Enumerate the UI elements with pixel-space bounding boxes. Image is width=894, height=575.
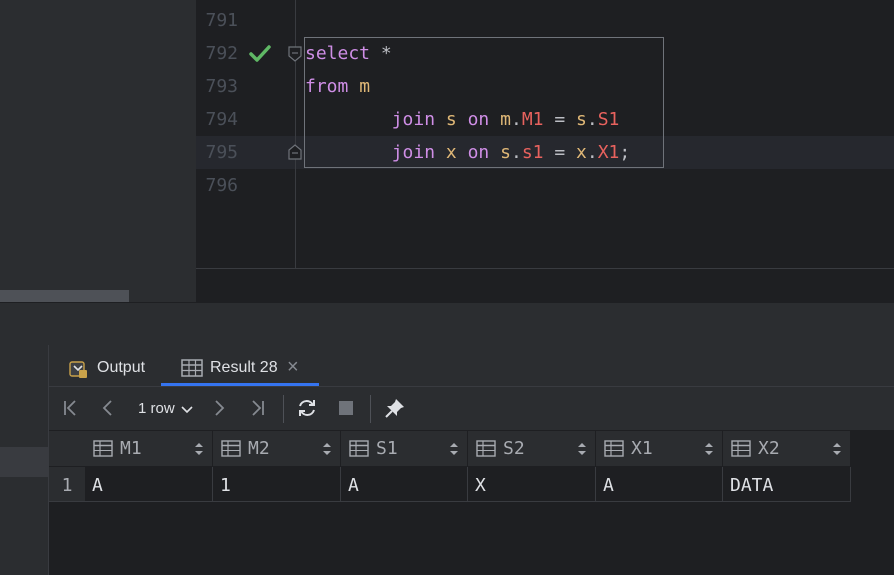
tab-output-label: Output bbox=[97, 359, 146, 376]
table-cell[interactable]: X bbox=[468, 467, 596, 502]
sort-icon[interactable] bbox=[449, 442, 459, 456]
table-cell[interactable]: A bbox=[85, 467, 213, 502]
pin-icon[interactable] bbox=[384, 397, 406, 419]
table-cell[interactable]: A bbox=[341, 467, 468, 502]
column-header-x2[interactable]: X2 bbox=[723, 431, 851, 466]
output-icon bbox=[69, 361, 87, 378]
table-icon bbox=[604, 440, 624, 457]
sort-icon[interactable] bbox=[577, 442, 587, 456]
active-tab-indicator bbox=[161, 383, 319, 386]
keyword: join bbox=[391, 142, 436, 163]
tab-result-28[interactable]: Result 28 × bbox=[181, 345, 311, 386]
column-header-s1[interactable]: S1 bbox=[341, 431, 468, 466]
table-ref: m bbox=[500, 109, 511, 130]
table-icon bbox=[349, 440, 369, 457]
results-tabbar bbox=[49, 345, 894, 387]
tab-output[interactable]: Output bbox=[68, 345, 158, 386]
column-header-x1[interactable]: X1 bbox=[596, 431, 723, 466]
column-name: X2 bbox=[758, 438, 780, 459]
selected-service-row[interactable] bbox=[0, 447, 48, 477]
operator: = bbox=[554, 142, 566, 163]
results-toolbar bbox=[49, 387, 894, 430]
column-name: X1 bbox=[631, 438, 653, 459]
gutter-divider bbox=[295, 0, 296, 268]
code-line-795[interactable]: join x on s.s1 = x.X1; bbox=[305, 136, 631, 169]
table-cell[interactable]: 1 bbox=[213, 467, 341, 502]
fold-start-icon[interactable] bbox=[288, 46, 302, 62]
table-ref: x bbox=[576, 142, 587, 163]
table-icon bbox=[221, 440, 241, 457]
chevron-down-icon bbox=[181, 406, 193, 414]
next-page-icon[interactable] bbox=[208, 397, 230, 419]
column-name: S2 bbox=[503, 438, 525, 459]
keyword: from bbox=[305, 76, 349, 97]
code-line-793[interactable]: from m bbox=[305, 70, 370, 103]
sort-icon[interactable] bbox=[194, 442, 204, 456]
line-number: 796 bbox=[205, 175, 238, 196]
table-icon bbox=[731, 440, 751, 457]
keyword: on bbox=[467, 142, 490, 163]
code-line-794[interactable]: join s on m.M1 = s.S1 bbox=[305, 103, 620, 136]
line-number: 793 bbox=[205, 76, 238, 97]
column-header-s2[interactable]: S2 bbox=[468, 431, 596, 466]
table-cell[interactable]: A bbox=[596, 467, 723, 502]
row-count-selector[interactable]: 1 row bbox=[138, 396, 193, 422]
editor-footer bbox=[196, 268, 894, 303]
prev-page-icon[interactable] bbox=[97, 397, 119, 419]
refresh-icon[interactable] bbox=[296, 397, 318, 419]
table-ref: m bbox=[359, 76, 371, 97]
operator: = bbox=[554, 109, 566, 130]
grid-corner bbox=[49, 431, 85, 466]
statement-end: ; bbox=[619, 142, 631, 163]
code-text: * bbox=[370, 43, 392, 64]
row-number[interactable]: 1 bbox=[49, 467, 85, 502]
line-number: 792 bbox=[205, 43, 238, 64]
table-icon bbox=[181, 359, 203, 377]
column-header-m1[interactable]: M1 bbox=[85, 431, 213, 466]
column-name: M1 bbox=[120, 438, 142, 459]
code-line-792[interactable]: select * bbox=[305, 37, 392, 70]
column-name: M2 bbox=[248, 438, 270, 459]
table-icon bbox=[93, 440, 113, 457]
column-ref: M1 bbox=[521, 109, 544, 130]
column-name: S1 bbox=[376, 438, 398, 459]
column-ref: X1 bbox=[597, 142, 620, 163]
keyword: select bbox=[305, 43, 371, 64]
line-number: 795 bbox=[205, 142, 238, 163]
keyword: join bbox=[391, 109, 436, 130]
toolbar-divider bbox=[370, 395, 371, 423]
table-ref: x bbox=[445, 142, 457, 163]
first-page-icon[interactable] bbox=[60, 397, 82, 419]
sort-icon[interactable] bbox=[832, 442, 842, 456]
toolbar-divider bbox=[283, 395, 284, 423]
last-page-icon[interactable] bbox=[246, 397, 268, 419]
line-number: 791 bbox=[205, 10, 238, 31]
table-ref: s bbox=[500, 142, 511, 163]
table-icon bbox=[476, 440, 496, 457]
horizontal-scrollbar[interactable] bbox=[0, 290, 129, 302]
stop-icon[interactable] bbox=[335, 397, 357, 419]
column-ref: s1 bbox=[521, 142, 544, 163]
column-header-m2[interactable]: M2 bbox=[213, 431, 341, 466]
line-number: 794 bbox=[205, 109, 238, 130]
row-count-label: 1 row bbox=[138, 400, 175, 417]
sort-icon[interactable] bbox=[322, 442, 332, 456]
table-ref: s bbox=[576, 109, 587, 130]
panel-separator[interactable] bbox=[0, 302, 894, 346]
column-ref: S1 bbox=[597, 109, 620, 130]
keyword: on bbox=[467, 109, 490, 130]
sort-icon[interactable] bbox=[704, 442, 714, 456]
project-panel bbox=[0, 0, 196, 302]
check-icon bbox=[249, 45, 271, 62]
fold-end-icon[interactable] bbox=[288, 144, 302, 160]
table-cell[interactable]: DATA bbox=[723, 467, 851, 502]
table-ref: s bbox=[445, 109, 457, 130]
